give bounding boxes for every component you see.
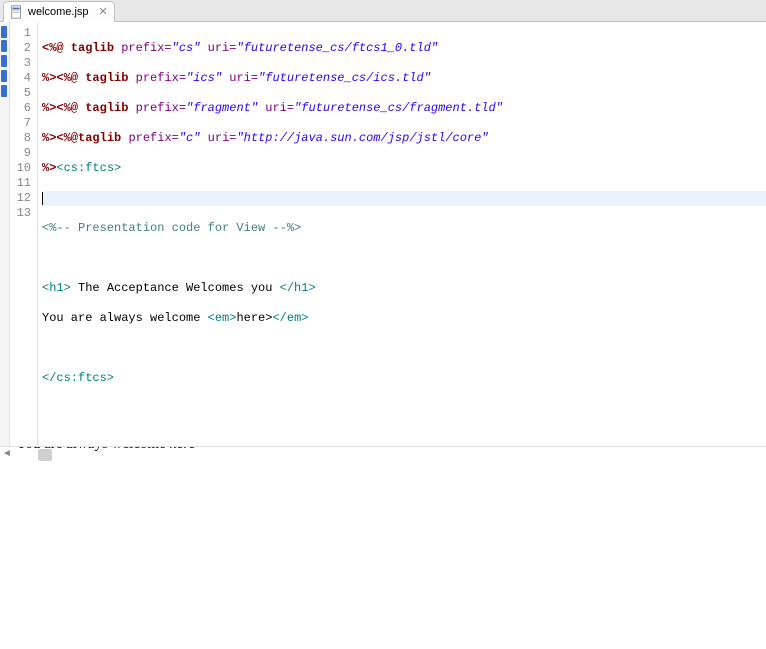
editor-wrap: 12345 678910 111213 <%@ taglib prefix="c… [0, 22, 766, 277]
editor-tabbar: welcome.jsp ✕ [0, 0, 766, 22]
scroll-left-icon[interactable]: ◄ [2, 448, 12, 459]
text-cursor [42, 192, 43, 205]
scrollbar-thumb[interactable] [38, 449, 52, 461]
overview-ruler [0, 22, 10, 446]
code-area[interactable]: <%@ taglib prefix="cs" uri="futuretense_… [38, 22, 766, 446]
editor-tab-welcome[interactable]: welcome.jsp ✕ [3, 1, 115, 22]
editor-tab-label: welcome.jsp [28, 6, 89, 18]
code-editor[interactable]: 12345 678910 111213 <%@ taglib prefix="c… [0, 22, 766, 446]
close-icon[interactable]: ✕ [99, 5, 108, 18]
ide-container: welcome.jsp ✕ 12345 678910 111213 <%@ ta… [0, 0, 766, 649]
jsp-file-icon [10, 5, 24, 19]
horizontal-scrollbar[interactable]: ◄ [0, 446, 766, 447]
line-gutter: 12345 678910 111213 [10, 22, 38, 446]
